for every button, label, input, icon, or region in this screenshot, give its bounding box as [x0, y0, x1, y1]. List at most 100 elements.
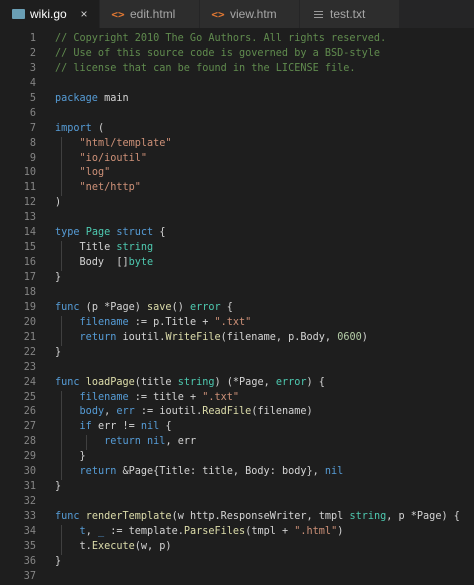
code-text: }	[36, 346, 61, 361]
code-token: )	[55, 197, 62, 209]
line-number: 13	[23, 212, 36, 224]
code-token: struct	[116, 227, 154, 239]
line-number: 32	[23, 496, 36, 508]
line-number: 37	[23, 570, 36, 582]
html-file-icon: <>	[111, 7, 125, 21]
indent-guide	[61, 390, 62, 406]
code-token: }	[55, 481, 62, 493]
code-line: 2 // Use of this source code is governed …	[0, 47, 474, 62]
line-number: 9	[29, 152, 36, 164]
line-number: 36	[23, 555, 36, 567]
code-token: func	[55, 376, 80, 388]
code-token: loadPage	[85, 376, 135, 388]
indent-guide	[61, 450, 62, 466]
code-token: return	[79, 466, 117, 478]
code-text: // Use of this source code is governed b…	[36, 47, 380, 62]
code-editor[interactable]: 1 // Copyright 2010 The Go Authors. All r…	[0, 28, 474, 585]
code-token: Execute	[91, 540, 135, 552]
line-number: 14	[23, 227, 36, 239]
code-line: 12)	[0, 196, 474, 211]
indent-guide	[61, 166, 62, 182]
tab-label: edit.html	[130, 7, 176, 21]
code-token: }	[55, 555, 62, 567]
code-line: 30 return &Page{Title: title, Body: body…	[0, 465, 474, 481]
code-text: }	[36, 450, 86, 466]
tab-label: test.txt	[330, 7, 366, 21]
code-token: err	[116, 406, 135, 418]
code-token: nil	[324, 466, 344, 478]
indent-guide	[61, 539, 62, 555]
code-line: 34 t, _ := template.ParseFiles(tmpl + ".…	[0, 524, 474, 540]
code-token: "net/http"	[79, 182, 141, 194]
code-token: (w, p)	[134, 540, 172, 552]
code-line: 5 package main	[0, 92, 474, 107]
code-text: "net/http"	[36, 181, 141, 197]
indent-guide	[61, 435, 62, 451]
code-text: return nil, err	[36, 435, 196, 451]
tab-label: wiki.go	[30, 7, 67, 21]
close-icon[interactable]: ×	[77, 7, 91, 21]
code-line: 35 t.Execute(w, p)	[0, 539, 474, 555]
code-token: )	[361, 331, 368, 343]
code-token: func	[55, 301, 80, 313]
code-token: {	[159, 421, 172, 433]
tab-wiki-go[interactable]: wiki.go ×	[0, 0, 100, 28]
code-line: 4	[0, 77, 474, 92]
line-number: 19	[23, 301, 36, 313]
line-number: 4	[29, 77, 36, 89]
line-number: 25	[23, 391, 36, 403]
code-token: ".html"	[294, 525, 338, 537]
code-text: "log"	[36, 166, 110, 182]
tab-test-txt[interactable]: test.txt	[300, 0, 400, 28]
code-line: 1 // Copyright 2010 The Go Authors. All r…	[0, 32, 474, 47]
code-line: 26 body, err := ioutil.ReadFile(filename…	[0, 405, 474, 421]
code-token: Body []	[55, 257, 129, 269]
code-text: }	[36, 480, 61, 495]
code-text: Body []byte	[36, 256, 153, 271]
code-line: 21 return ioutil.WriteFile(filename, p.B…	[0, 330, 474, 346]
code-token: main	[97, 92, 129, 104]
code-line: 8 "html/template"	[0, 136, 474, 152]
code-token: package	[55, 92, 98, 104]
code-token: )	[337, 525, 344, 537]
code-token: := title +	[128, 391, 203, 403]
tab-edit-html[interactable]: <> edit.html	[100, 0, 200, 28]
code-line: 27 if err != nil {	[0, 420, 474, 436]
indent-guide	[61, 420, 62, 436]
code-token: ".txt"	[214, 316, 252, 328]
code-token: ParseFiles	[183, 525, 246, 537]
code-token: ) {	[306, 376, 325, 388]
code-line: 36}	[0, 555, 474, 570]
line-number: 28	[23, 436, 36, 448]
code-token: if	[79, 421, 92, 433]
code-line: 29 }	[0, 450, 474, 466]
code-token: (tmpl +	[245, 525, 295, 537]
line-number: 6	[29, 107, 36, 119]
code-line: 20 filename := p.Title + ".txt"	[0, 315, 474, 331]
code-token: }	[55, 451, 86, 463]
code-token: ) (*Page,	[214, 376, 276, 388]
line-number: 1	[29, 33, 36, 44]
line-number: 3	[29, 62, 36, 74]
code-token: , p *Page) {	[386, 511, 460, 522]
tab-view-html[interactable]: <> view.html	[200, 0, 300, 28]
code-token: error	[275, 376, 307, 388]
code-token: ,	[104, 406, 117, 418]
code-text: if err != nil {	[36, 420, 172, 436]
code-token: ioutil.	[116, 331, 166, 343]
code-line: 13	[0, 211, 474, 226]
code-text: "html/template"	[36, 136, 172, 152]
code-text: t.Execute(w, p)	[36, 539, 172, 555]
line-number: 15	[23, 242, 36, 254]
code-token: type	[55, 227, 80, 239]
code-text: }	[36, 271, 61, 286]
line-number: 10	[23, 167, 36, 179]
